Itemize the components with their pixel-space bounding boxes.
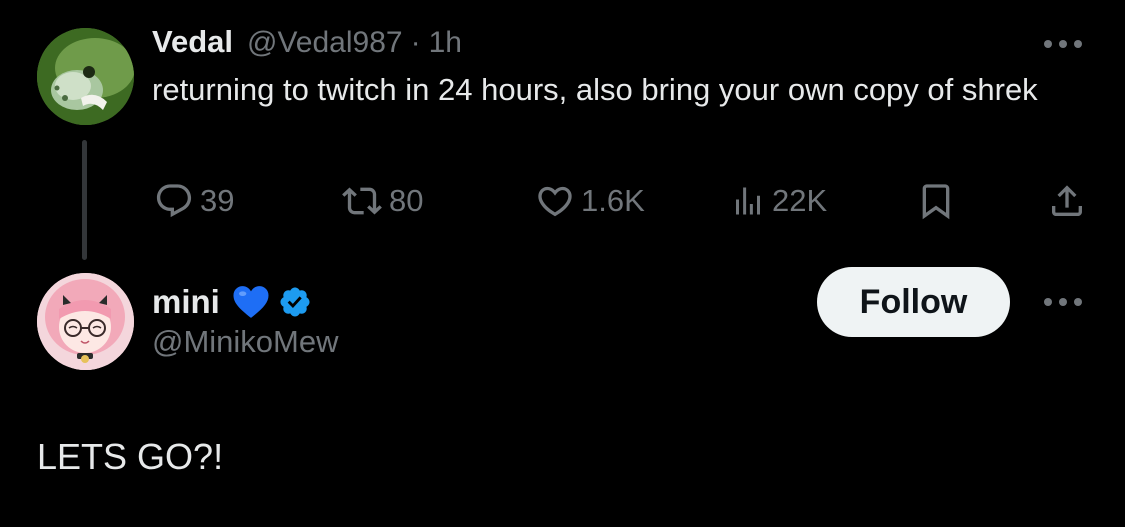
like-button[interactable]: 1.6K [535, 176, 645, 226]
verified-badge-icon[interactable] [278, 285, 312, 319]
retweet-count: 80 [389, 183, 424, 218]
more-options-button[interactable] [1040, 30, 1086, 58]
author-handle[interactable]: @MinikoMew [152, 324, 339, 360]
like-icon [538, 186, 572, 217]
turtle-avatar-icon [37, 28, 134, 125]
more-horizontal-icon [1044, 40, 1082, 48]
views-count: 22K [772, 183, 828, 218]
views-icon [736, 187, 760, 215]
anime-girl-avatar-icon [37, 273, 134, 370]
tweet-header: Vedal @Vedal987 · 1h [152, 24, 462, 64]
views-button[interactable]: 22K [730, 176, 827, 226]
more-options-button[interactable] [1040, 288, 1086, 316]
action-bar: 39 80 1.6K 22K [0, 176, 1125, 226]
blue-heart-emoji-icon [233, 286, 269, 318]
separator-dot: · [410, 26, 421, 59]
like-count: 1.6K [581, 183, 645, 218]
reply-button[interactable]: 39 [154, 176, 234, 226]
author-handle[interactable]: @Vedal987 [247, 26, 403, 60]
timestamp[interactable]: 1h [429, 26, 462, 60]
avatar[interactable] [37, 28, 134, 125]
author-name[interactable]: mini [152, 283, 220, 321]
more-horizontal-icon [1044, 298, 1082, 306]
reply-icon [156, 184, 192, 218]
reply-count: 39 [200, 183, 235, 218]
share-icon [1052, 185, 1082, 216]
tweet-text: returning to twitch in 24 hours, also br… [152, 72, 1038, 107]
bookmark-icon [922, 184, 950, 220]
tweet-header: mini [152, 280, 312, 324]
avatar[interactable] [37, 273, 134, 370]
retweet-button[interactable]: 80 [341, 176, 423, 226]
bookmark-button[interactable] [916, 176, 956, 226]
author-name[interactable]: Vedal [152, 24, 233, 60]
follow-button[interactable]: Follow [817, 267, 1010, 337]
share-button[interactable] [1047, 176, 1087, 226]
tweet-text: LETS GO?! [37, 436, 224, 477]
retweet-icon [342, 187, 382, 215]
